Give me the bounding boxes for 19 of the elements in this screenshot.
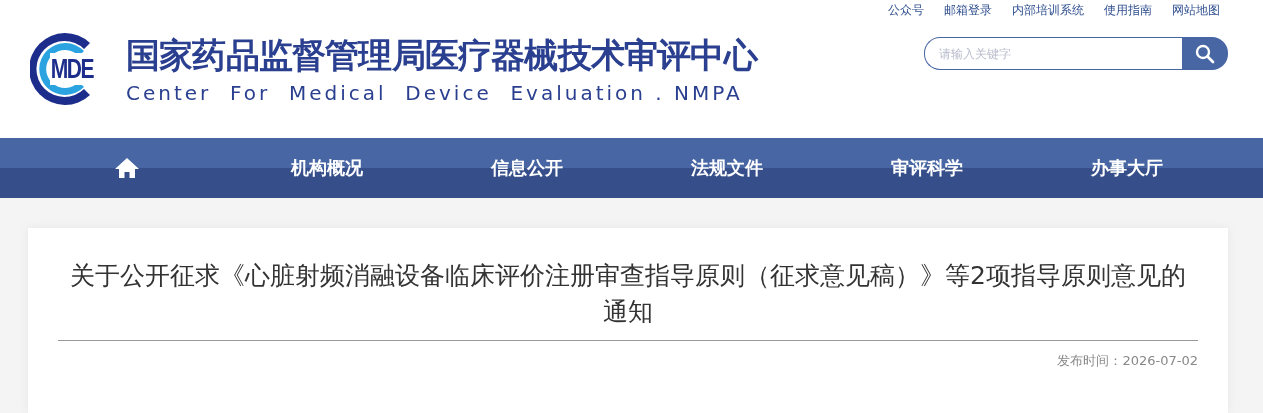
top-link[interactable]: 网站地图 [1172, 2, 1220, 19]
search-button[interactable] [1182, 37, 1228, 70]
nav-item[interactable]: 审评科学 [827, 138, 1027, 198]
search-icon [1195, 43, 1215, 64]
top-link[interactable]: 邮箱登录 [944, 2, 992, 19]
top-link[interactable]: 公众号 [888, 2, 924, 19]
nav-item[interactable]: 信息公开 [427, 138, 627, 198]
logo-mark: MDE [50, 53, 94, 85]
search-field[interactable]: 请输入关键字 [924, 37, 1182, 70]
site-subtitle: Center For Medical Device Evaluation . NMPA [126, 81, 744, 105]
nav-item[interactable]: 法规文件 [627, 138, 827, 198]
top-link[interactable]: 使用指南 [1104, 2, 1152, 19]
article-title: 关于公开征求《心脏射频消融设备临床评价注册审查指导原则（征求意见稿）》等2项指导原则意见的通知 [58, 258, 1198, 341]
home-icon [114, 157, 140, 179]
nav-item[interactable]: 机构概况 [227, 138, 427, 198]
site-title: 国家药品监督管理局医疗器械技术审评中心 [126, 34, 757, 77]
top-link[interactable]: 内部培训系统 [1012, 2, 1084, 19]
nav-item[interactable]: 办事大厅 [1027, 138, 1227, 198]
publish-date: 发布时间：2026-07-02 [1056, 352, 1198, 370]
